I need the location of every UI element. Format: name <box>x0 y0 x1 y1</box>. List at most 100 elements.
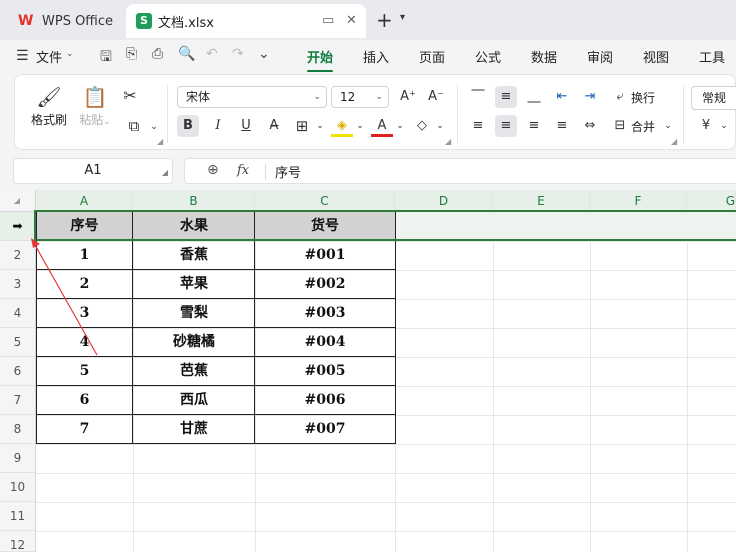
merge-caret-icon[interactable]: ⌄ <box>657 115 679 137</box>
underline-button[interactable]: U <box>235 115 257 137</box>
row-header-10[interactable]: 10 <box>0 473 36 502</box>
quick-access-more-icon[interactable]: ⌄ <box>258 46 270 62</box>
row-header-12[interactable]: 12 <box>0 531 36 552</box>
cell-c2[interactable]: #001 <box>255 241 395 270</box>
currency-caret-icon[interactable]: ⌄ <box>713 115 735 137</box>
strikethrough-button[interactable]: A̶ <box>263 115 285 137</box>
align-center-icon[interactable]: ≡ <box>495 115 517 137</box>
align-top-icon[interactable]: ⎺ <box>467 86 489 108</box>
cell-b6[interactable]: 芭蕉 <box>133 357 255 386</box>
spreadsheet-grid[interactable]: A B C D E F G ➡ 2 3 4 5 6 7 8 9 10 11 12… <box>0 190 736 552</box>
align-right-icon[interactable]: ≡ <box>523 115 545 137</box>
column-header-b[interactable]: B <box>133 190 255 212</box>
copy-icon[interactable]: ⧉ <box>123 115 145 137</box>
cell-c4[interactable]: #003 <box>255 299 395 328</box>
column-header-f[interactable]: F <box>590 190 687 212</box>
cell-b3[interactable]: 苹果 <box>133 270 255 299</box>
wrap-text-button[interactable]: 换行 <box>631 89 655 106</box>
tab-formulas[interactable]: 公式 <box>475 47 501 66</box>
tab-wps-office[interactable]: W WPS Office <box>6 6 124 36</box>
clear-caret-icon[interactable]: ⌄ <box>429 115 451 137</box>
export-icon[interactable]: ⎘ <box>126 46 137 62</box>
font-size-select[interactable]: 12 ⌄ <box>331 86 389 108</box>
column-header-c[interactable]: C <box>255 190 395 212</box>
align-left-icon[interactable]: ≡ <box>467 115 489 137</box>
increase-indent-icon[interactable]: ⇥ <box>579 86 601 108</box>
align-bottom-icon[interactable]: ⎽ <box>523 86 545 108</box>
save-icon[interactable]: 🖫 <box>100 46 112 70</box>
restore-window-icon[interactable]: ▭ <box>322 13 334 28</box>
row-selection-outline <box>34 210 736 241</box>
menu-bar: ☰ 文件 ⌄ 🖫 ⎘ ⎙ 🔍 ↶ ↷ ⌄ 开始 插入 页面 公式 数据 审阅 视… <box>0 40 736 72</box>
cell-a7[interactable]: 6 <box>36 386 133 415</box>
fill-caret-icon[interactable]: ⌄ <box>349 115 371 137</box>
bold-button[interactable]: B <box>177 115 199 137</box>
cell-b4[interactable]: 雪梨 <box>133 299 255 328</box>
merge-cells-button[interactable]: 合并 <box>631 118 655 135</box>
row-header-8[interactable]: 8 <box>0 415 36 444</box>
menu-file[interactable]: 文件 <box>36 47 62 66</box>
decrease-indent-icon[interactable]: ⇤ <box>551 86 573 108</box>
print-icon[interactable]: ⎙ <box>152 46 163 62</box>
print-preview-icon[interactable]: 🔍 <box>178 46 195 62</box>
cell-b7[interactable]: 西瓜 <box>133 386 255 415</box>
cell-c3[interactable]: #002 <box>255 270 395 299</box>
decrease-font-icon[interactable]: A⁻ <box>425 86 447 108</box>
format-painter-button[interactable]: 🖌 格式刷 <box>29 85 69 128</box>
cell-c5[interactable]: #004 <box>255 328 395 357</box>
font-color-caret-icon[interactable]: ⌄ <box>389 115 411 137</box>
tab-view[interactable]: 视图 <box>643 47 669 66</box>
column-header-g[interactable]: G <box>687 190 736 212</box>
cell-b8[interactable]: 甘蔗 <box>133 415 255 444</box>
hamburger-icon[interactable]: ☰ <box>16 48 29 64</box>
distribute-icon[interactable]: ⇔ <box>579 115 601 137</box>
alignment-expand-icon[interactable]: ◢ <box>671 137 677 146</box>
cell-c8[interactable]: #007 <box>255 415 395 444</box>
formula-value: 序号 <box>275 166 302 181</box>
column-header-d[interactable]: D <box>395 190 493 212</box>
cut-icon[interactable]: ✂ <box>119 85 141 107</box>
wrap-text-icon[interactable]: ⤶ <box>609 86 631 108</box>
gridline <box>36 502 736 503</box>
border-caret-icon[interactable]: ⌄ <box>309 115 331 137</box>
insert-function-icon[interactable]: fx <box>237 163 249 178</box>
tab-tools[interactable]: 工具 <box>699 47 725 66</box>
name-box[interactable]: A1 ◢ <box>13 158 173 184</box>
tab-home[interactable]: 开始 <box>307 47 334 72</box>
divider <box>265 164 266 180</box>
gridline <box>493 212 494 552</box>
copy-caret-icon[interactable]: ⌄ <box>143 116 165 138</box>
italic-button[interactable]: I <box>207 115 229 137</box>
font-expand-icon[interactable]: ◢ <box>445 137 451 146</box>
paste-button[interactable]: 📋 粘贴⌄ <box>77 85 113 128</box>
tab-dropdown-icon[interactable]: ▾ <box>400 12 405 23</box>
merge-cells-icon[interactable]: ⊟ <box>609 115 631 137</box>
clipboard-expand-icon[interactable]: ◢ <box>157 137 163 146</box>
tab-insert[interactable]: 插入 <box>363 47 389 66</box>
cell-c7[interactable]: #006 <box>255 386 395 415</box>
increase-font-icon[interactable]: A⁺ <box>397 86 419 108</box>
tab-page[interactable]: 页面 <box>419 47 445 66</box>
new-tab-icon[interactable]: + <box>376 8 393 32</box>
number-format-select[interactable]: 常规 <box>691 86 736 110</box>
row-header-9[interactable]: 9 <box>0 444 36 473</box>
column-header-e[interactable]: E <box>493 190 590 212</box>
font-name-select[interactable]: 宋体 ⌄ <box>177 86 327 108</box>
undo-icon[interactable]: ↶ <box>206 46 218 62</box>
tab-review[interactable]: 审阅 <box>587 47 613 66</box>
cell-b5[interactable]: 砂糖橘 <box>133 328 255 357</box>
row-header-7[interactable]: 7 <box>0 386 36 415</box>
cell-a8[interactable]: 7 <box>36 415 133 444</box>
close-tab-icon[interactable]: ✕ <box>346 13 357 28</box>
menu-file-caret-icon[interactable]: ⌄ <box>66 49 74 59</box>
cell-c6[interactable]: #005 <box>255 357 395 386</box>
formula-input[interactable]: ⊕ fx 序号 <box>184 158 736 184</box>
cell-b2[interactable]: 香蕉 <box>133 241 255 270</box>
tab-data[interactable]: 数据 <box>531 47 557 66</box>
align-middle-icon[interactable]: ≡ <box>495 86 517 108</box>
redo-icon[interactable]: ↷ <box>232 46 244 62</box>
justify-icon[interactable]: ≡ <box>551 115 573 137</box>
zoom-icon[interactable]: ⊕ <box>207 162 219 178</box>
tab-document[interactable]: S 文档.xlsx ▭ ✕ <box>126 4 366 38</box>
row-header-11[interactable]: 11 <box>0 502 36 531</box>
